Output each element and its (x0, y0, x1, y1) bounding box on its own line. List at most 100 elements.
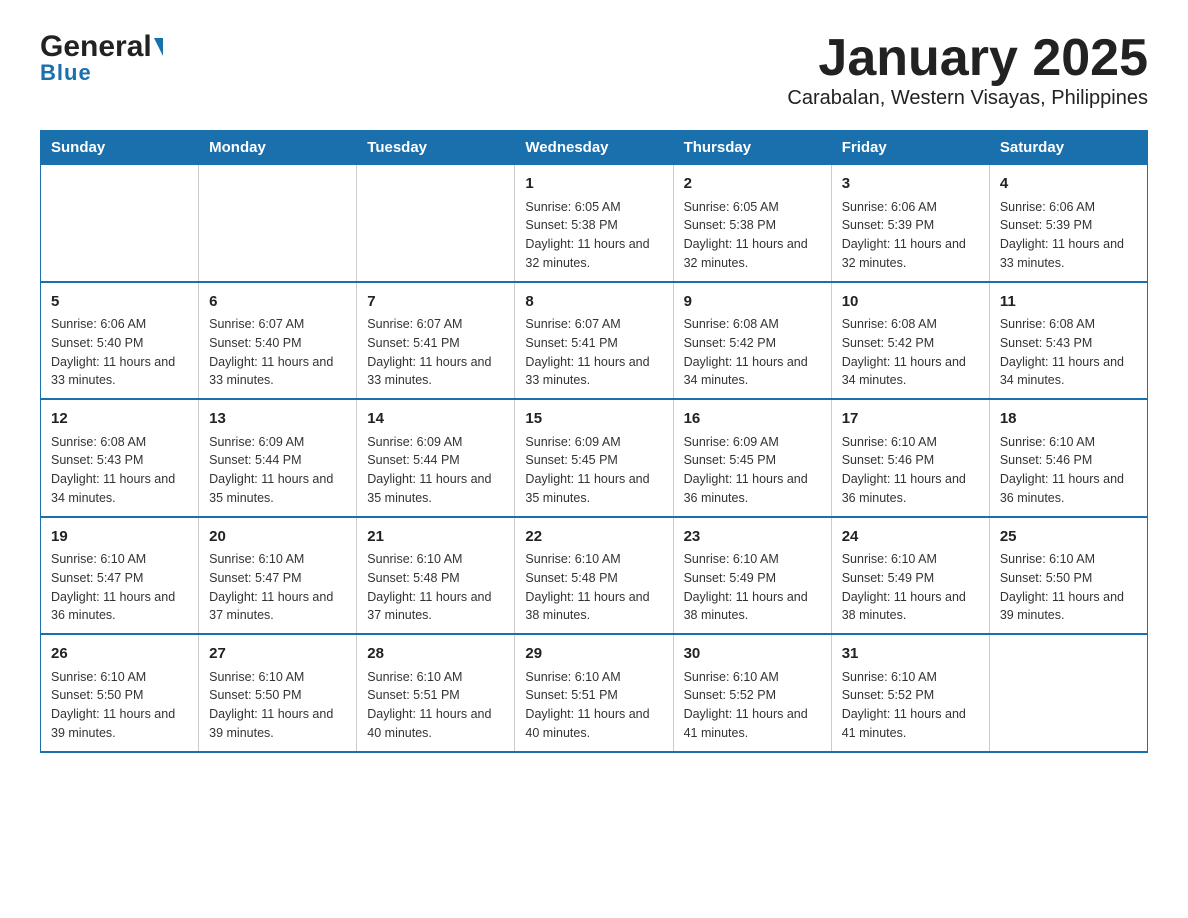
day-cell: 26Sunrise: 6:10 AMSunset: 5:50 PMDayligh… (41, 634, 199, 752)
day-number: 13 (209, 408, 346, 431)
day-cell: 24Sunrise: 6:10 AMSunset: 5:49 PMDayligh… (831, 517, 989, 635)
day-cell: 3Sunrise: 6:06 AMSunset: 5:39 PMDaylight… (831, 165, 989, 282)
header-day-tuesday: Tuesday (357, 131, 515, 165)
day-cell: 23Sunrise: 6:10 AMSunset: 5:49 PMDayligh… (673, 517, 831, 635)
header-day-wednesday: Wednesday (515, 131, 673, 165)
day-number: 2 (684, 173, 821, 196)
day-info: Sunrise: 6:10 AMSunset: 5:47 PMDaylight:… (209, 550, 346, 625)
day-cell: 12Sunrise: 6:08 AMSunset: 5:43 PMDayligh… (41, 399, 199, 517)
day-cell: 27Sunrise: 6:10 AMSunset: 5:50 PMDayligh… (199, 634, 357, 752)
page-title: January 2025 (787, 30, 1148, 87)
calendar-body: 1Sunrise: 6:05 AMSunset: 5:38 PMDaylight… (41, 165, 1148, 752)
day-cell: 21Sunrise: 6:10 AMSunset: 5:48 PMDayligh… (357, 517, 515, 635)
day-cell: 8Sunrise: 6:07 AMSunset: 5:41 PMDaylight… (515, 282, 673, 400)
day-number: 24 (842, 526, 979, 549)
day-cell: 14Sunrise: 6:09 AMSunset: 5:44 PMDayligh… (357, 399, 515, 517)
day-cell (989, 634, 1147, 752)
week-row-3: 12Sunrise: 6:08 AMSunset: 5:43 PMDayligh… (41, 399, 1148, 517)
week-row-1: 1Sunrise: 6:05 AMSunset: 5:38 PMDaylight… (41, 165, 1148, 282)
day-cell: 5Sunrise: 6:06 AMSunset: 5:40 PMDaylight… (41, 282, 199, 400)
calendar-table: SundayMondayTuesdayWednesdayThursdayFrid… (40, 130, 1148, 753)
day-info: Sunrise: 6:05 AMSunset: 5:38 PMDaylight:… (525, 198, 662, 273)
logo-triangle-icon (154, 38, 163, 56)
day-number: 21 (367, 526, 504, 549)
day-cell: 9Sunrise: 6:08 AMSunset: 5:42 PMDaylight… (673, 282, 831, 400)
title-block: January 2025 Carabalan, Western Visayas,… (787, 30, 1148, 110)
day-cell: 18Sunrise: 6:10 AMSunset: 5:46 PMDayligh… (989, 399, 1147, 517)
day-cell: 4Sunrise: 6:06 AMSunset: 5:39 PMDaylight… (989, 165, 1147, 282)
day-info: Sunrise: 6:08 AMSunset: 5:42 PMDaylight:… (684, 315, 821, 390)
header-day-monday: Monday (199, 131, 357, 165)
day-number: 22 (525, 526, 662, 549)
day-cell: 30Sunrise: 6:10 AMSunset: 5:52 PMDayligh… (673, 634, 831, 752)
day-number: 11 (1000, 291, 1137, 314)
header-day-friday: Friday (831, 131, 989, 165)
day-number: 8 (525, 291, 662, 314)
day-info: Sunrise: 6:05 AMSunset: 5:38 PMDaylight:… (684, 198, 821, 273)
day-info: Sunrise: 6:09 AMSunset: 5:44 PMDaylight:… (367, 433, 504, 508)
logo-blue-text: Blue (40, 60, 92, 86)
day-cell: 31Sunrise: 6:10 AMSunset: 5:52 PMDayligh… (831, 634, 989, 752)
day-info: Sunrise: 6:10 AMSunset: 5:51 PMDaylight:… (525, 668, 662, 743)
day-cell: 28Sunrise: 6:10 AMSunset: 5:51 PMDayligh… (357, 634, 515, 752)
header-row: SundayMondayTuesdayWednesdayThursdayFrid… (41, 131, 1148, 165)
day-cell: 1Sunrise: 6:05 AMSunset: 5:38 PMDaylight… (515, 165, 673, 282)
day-cell: 13Sunrise: 6:09 AMSunset: 5:44 PMDayligh… (199, 399, 357, 517)
header-day-sunday: Sunday (41, 131, 199, 165)
logo-general-text: General (40, 30, 163, 64)
day-number: 18 (1000, 408, 1137, 431)
day-info: Sunrise: 6:10 AMSunset: 5:50 PMDaylight:… (209, 668, 346, 743)
day-number: 31 (842, 643, 979, 666)
day-info: Sunrise: 6:10 AMSunset: 5:49 PMDaylight:… (842, 550, 979, 625)
day-cell: 29Sunrise: 6:10 AMSunset: 5:51 PMDayligh… (515, 634, 673, 752)
day-number: 25 (1000, 526, 1137, 549)
day-info: Sunrise: 6:07 AMSunset: 5:40 PMDaylight:… (209, 315, 346, 390)
day-number: 28 (367, 643, 504, 666)
day-info: Sunrise: 6:09 AMSunset: 5:45 PMDaylight:… (525, 433, 662, 508)
day-info: Sunrise: 6:10 AMSunset: 5:52 PMDaylight:… (684, 668, 821, 743)
week-row-5: 26Sunrise: 6:10 AMSunset: 5:50 PMDayligh… (41, 634, 1148, 752)
day-cell: 16Sunrise: 6:09 AMSunset: 5:45 PMDayligh… (673, 399, 831, 517)
day-cell: 19Sunrise: 6:10 AMSunset: 5:47 PMDayligh… (41, 517, 199, 635)
day-number: 23 (684, 526, 821, 549)
day-info: Sunrise: 6:10 AMSunset: 5:50 PMDaylight:… (1000, 550, 1137, 625)
day-number: 10 (842, 291, 979, 314)
day-cell (199, 165, 357, 282)
day-number: 15 (525, 408, 662, 431)
day-info: Sunrise: 6:09 AMSunset: 5:45 PMDaylight:… (684, 433, 821, 508)
day-info: Sunrise: 6:10 AMSunset: 5:48 PMDaylight:… (367, 550, 504, 625)
page-header: General Blue January 2025 Carabalan, Wes… (40, 30, 1148, 110)
day-info: Sunrise: 6:10 AMSunset: 5:48 PMDaylight:… (525, 550, 662, 625)
day-cell: 6Sunrise: 6:07 AMSunset: 5:40 PMDaylight… (199, 282, 357, 400)
day-info: Sunrise: 6:09 AMSunset: 5:44 PMDaylight:… (209, 433, 346, 508)
header-day-saturday: Saturday (989, 131, 1147, 165)
day-cell (41, 165, 199, 282)
day-cell: 2Sunrise: 6:05 AMSunset: 5:38 PMDaylight… (673, 165, 831, 282)
day-info: Sunrise: 6:10 AMSunset: 5:47 PMDaylight:… (51, 550, 188, 625)
day-number: 14 (367, 408, 504, 431)
day-info: Sunrise: 6:10 AMSunset: 5:49 PMDaylight:… (684, 550, 821, 625)
week-row-4: 19Sunrise: 6:10 AMSunset: 5:47 PMDayligh… (41, 517, 1148, 635)
header-day-thursday: Thursday (673, 131, 831, 165)
day-info: Sunrise: 6:07 AMSunset: 5:41 PMDaylight:… (525, 315, 662, 390)
day-cell (357, 165, 515, 282)
day-info: Sunrise: 6:10 AMSunset: 5:51 PMDaylight:… (367, 668, 504, 743)
day-number: 17 (842, 408, 979, 431)
day-number: 3 (842, 173, 979, 196)
day-info: Sunrise: 6:08 AMSunset: 5:43 PMDaylight:… (1000, 315, 1137, 390)
day-number: 16 (684, 408, 821, 431)
day-number: 30 (684, 643, 821, 666)
day-number: 19 (51, 526, 188, 549)
day-cell: 17Sunrise: 6:10 AMSunset: 5:46 PMDayligh… (831, 399, 989, 517)
logo: General Blue (40, 30, 163, 86)
day-info: Sunrise: 6:08 AMSunset: 5:42 PMDaylight:… (842, 315, 979, 390)
calendar-header: SundayMondayTuesdayWednesdayThursdayFrid… (41, 131, 1148, 165)
day-cell: 20Sunrise: 6:10 AMSunset: 5:47 PMDayligh… (199, 517, 357, 635)
day-cell: 25Sunrise: 6:10 AMSunset: 5:50 PMDayligh… (989, 517, 1147, 635)
day-info: Sunrise: 6:08 AMSunset: 5:43 PMDaylight:… (51, 433, 188, 508)
day-info: Sunrise: 6:07 AMSunset: 5:41 PMDaylight:… (367, 315, 504, 390)
day-cell: 10Sunrise: 6:08 AMSunset: 5:42 PMDayligh… (831, 282, 989, 400)
day-info: Sunrise: 6:06 AMSunset: 5:39 PMDaylight:… (1000, 198, 1137, 273)
day-number: 12 (51, 408, 188, 431)
day-number: 6 (209, 291, 346, 314)
